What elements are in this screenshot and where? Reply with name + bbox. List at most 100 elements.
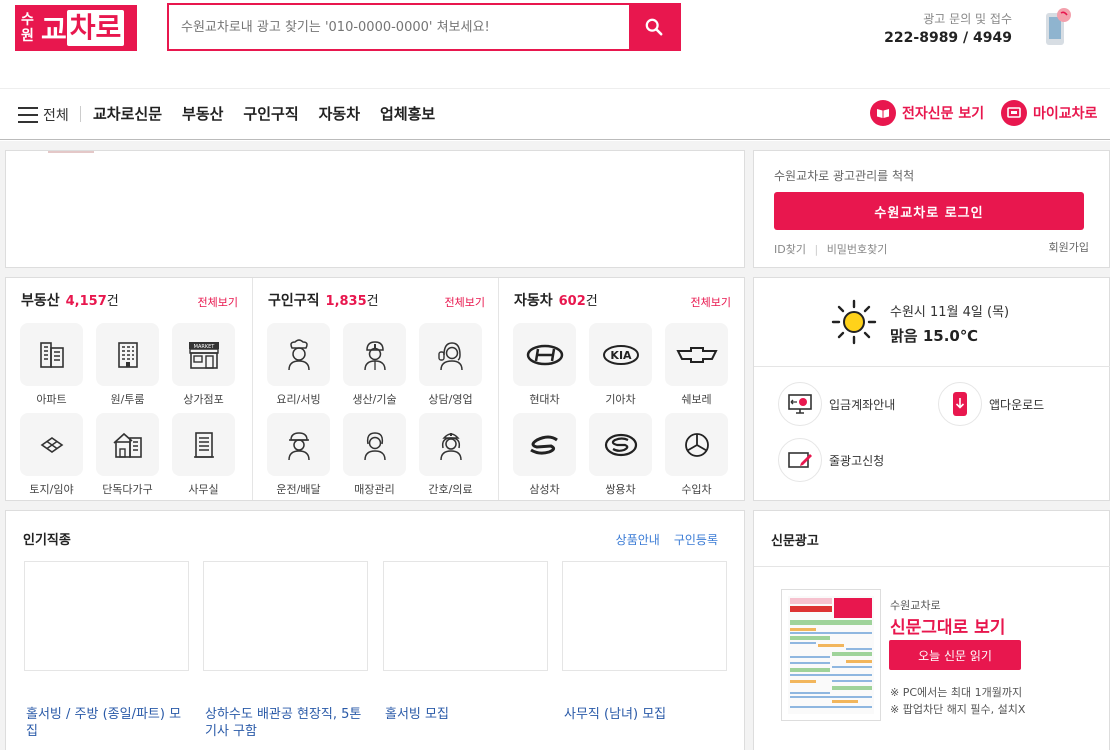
nav-all-label[interactable]: 전체 <box>43 105 69 125</box>
worker-icon <box>363 340 386 370</box>
my-kyocharo-button[interactable]: 마이교차로 <box>1001 100 1097 126</box>
job-card-image[interactable] <box>24 561 189 671</box>
job-title-link[interactable]: 홀서빙 모집 <box>385 706 545 723</box>
category-grid: 현대차 KIA 기아차 쉐보레 삼성차 쌍용차 수입차 <box>513 323 728 496</box>
category-item-label: 단독다가구 <box>102 483 153 496</box>
weather-condition: 맑음 <box>890 327 918 345</box>
edit-ad-icon <box>788 452 812 468</box>
search-input[interactable] <box>169 5 629 49</box>
book-icon <box>870 100 896 126</box>
newspaper-subtitle: 수원교차로 <box>890 599 941 612</box>
category-item[interactable]: 원/투룸 <box>96 323 159 406</box>
search-button[interactable] <box>629 5 679 49</box>
service-line-ad[interactable]: 줄광고신청 <box>778 438 884 482</box>
nav-item-cars[interactable]: 자동차 <box>319 103 360 124</box>
category-item[interactable]: 사무실 <box>172 413 235 496</box>
find-password-link[interactable]: 비밀번호찾기 <box>827 243 888 256</box>
office-icon <box>193 431 214 458</box>
banner-remnant <box>48 151 94 153</box>
job-card-image[interactable] <box>203 561 368 671</box>
count-value: 4,157 <box>65 294 107 309</box>
category-item[interactable]: 쉐보레 <box>665 323 728 406</box>
chef-icon <box>287 338 310 370</box>
category-item[interactable]: 운전/배달 <box>267 413 330 496</box>
chevrolet-logo-icon <box>675 346 718 363</box>
newspaper-view-title[interactable]: 신문그대로 보기 <box>890 613 1005 638</box>
hamburger-menu-icon[interactable] <box>18 107 38 123</box>
find-id-link[interactable]: ID찾기 <box>774 243 806 256</box>
category-item-label: 상가점포 <box>183 393 224 406</box>
search-bar <box>167 3 681 51</box>
nav-menu: 교차로신문 부동산 구인구직 자동차 업체홍보 <box>93 103 435 124</box>
service-app-download[interactable]: 앱다운로드 <box>938 382 1044 426</box>
ssangyong-logo-icon <box>604 433 637 456</box>
category-item[interactable]: 요리/서빙 <box>267 323 330 406</box>
category-item[interactable]: 아파트 <box>20 323 83 406</box>
job-title-link[interactable]: 홀서빙 / 주방 (종일/파트) 모집 <box>26 706 186 740</box>
category-item[interactable]: 토지/임야 <box>20 413 83 496</box>
category-item-label: 원/투룸 <box>110 393 145 406</box>
login-button[interactable]: 수원교차로 로그인 <box>774 192 1084 230</box>
nurse-icon <box>439 432 462 460</box>
weather-panel: 수원시 11월 4일 (목) 맑음 15.0℃ 입금계좌안내 앱다운로드 줄광고… <box>753 277 1110 501</box>
category-item[interactable]: 간호/의료 <box>419 413 482 496</box>
nav-item-business[interactable]: 업체홍보 <box>380 103 435 124</box>
category-item[interactable]: MARKET 상가점포 <box>172 323 235 406</box>
view-all-link[interactable]: 전체보기 <box>198 294 238 310</box>
category-item[interactable]: 매장관리 <box>343 413 406 496</box>
category-item[interactable]: 현대차 <box>513 323 576 406</box>
read-today-button[interactable]: 오늘 신문 읽기 <box>889 640 1021 670</box>
count-unit: 건 <box>106 294 119 309</box>
nav-item-newspaper[interactable]: 교차로신문 <box>93 103 162 124</box>
view-all-link[interactable]: 전체보기 <box>445 294 485 310</box>
category-grid: 아파트 원/투룸 MARKET 상가점포 토지/임야 단독다가구 사무실 <box>20 323 235 496</box>
category-item[interactable]: 수입차 <box>665 413 728 496</box>
category-item[interactable]: 생산/기술 <box>343 323 406 406</box>
category-cars: 자동차 602건 전체보기 현대차 KIA 기아차 쉐보레 삼성차 쌍용차 수입… <box>499 278 745 500</box>
nav-item-jobs[interactable]: 구인구직 <box>243 103 298 124</box>
view-all-link[interactable]: 전체보기 <box>691 294 731 310</box>
category-item-label: 아파트 <box>36 393 67 406</box>
service-bank-account[interactable]: 입금계좌안내 <box>778 382 895 426</box>
category-item[interactable]: 상담/영업 <box>419 323 482 406</box>
banner-area <box>5 150 745 268</box>
job-title-link[interactable]: 사무직 (남녀) 모집 <box>564 706 724 723</box>
newspaper-title: 신문광고 <box>771 534 819 549</box>
category-title: 자동차 602건 <box>514 290 598 310</box>
category-count: 1,835건 <box>326 294 379 309</box>
job-card-image[interactable] <box>562 561 727 671</box>
mercedes-logo-icon <box>684 432 709 457</box>
job-card-image[interactable] <box>383 561 548 671</box>
driver-icon <box>287 431 310 460</box>
tab-product-info[interactable]: 상품안내 <box>616 531 660 548</box>
my-kyocharo-label: 마이교차로 <box>1033 106 1098 122</box>
tab-job-register[interactable]: 구인등록 <box>674 531 718 548</box>
site-logo[interactable]: 수원 교 차로 <box>15 5 137 51</box>
nav-item-realestate[interactable]: 부동산 <box>182 103 223 124</box>
contact-phone: 222-8989 / 4949 <box>884 30 1012 46</box>
phone-call-icon <box>1046 8 1071 45</box>
category-item-label: 삼성차 <box>529 483 560 496</box>
apartment-icon <box>39 341 64 368</box>
category-realestate: 부동산 4,157건 전체보기 아파트 원/투룸 MARKET 상가점포 토지/임… <box>6 278 252 500</box>
join-link[interactable]: 회원가입 <box>1049 239 1089 255</box>
epaper-label: 전자신문 보기 <box>902 106 985 122</box>
bank-monitor-icon <box>788 394 812 414</box>
category-item-label: 쌍용차 <box>605 483 636 496</box>
category-item[interactable]: KIA 기아차 <box>589 323 652 406</box>
search-icon <box>645 18 663 36</box>
market-icon: MARKET <box>188 341 219 369</box>
popular-jobs-title: 인기직종 <box>23 533 71 548</box>
clerk-icon <box>363 431 386 460</box>
category-item[interactable]: 쌍용차 <box>589 413 652 496</box>
svg-text:KIA: KIA <box>610 349 632 362</box>
sun-icon <box>831 299 877 345</box>
category-item[interactable]: 삼성차 <box>513 413 576 496</box>
popular-jobs-tabs: 상품안내 구인등록 <box>616 531 718 548</box>
popular-jobs-panel: 인기직종 상품안내 구인등록 홀서빙 / 주방 (종일/파트) 모집 상하수도 … <box>5 510 745 750</box>
epaper-button[interactable]: 전자신문 보기 <box>870 100 984 126</box>
category-item[interactable]: 단독다가구 <box>96 413 159 496</box>
newspaper-thumbnail[interactable] <box>781 589 881 721</box>
job-title-link[interactable]: 상하수도 배관공 현장직, 5톤기사 구함 <box>205 706 365 740</box>
newspaper-note: ※ 팝업차단 해지 필수, 설치X <box>890 703 1026 716</box>
